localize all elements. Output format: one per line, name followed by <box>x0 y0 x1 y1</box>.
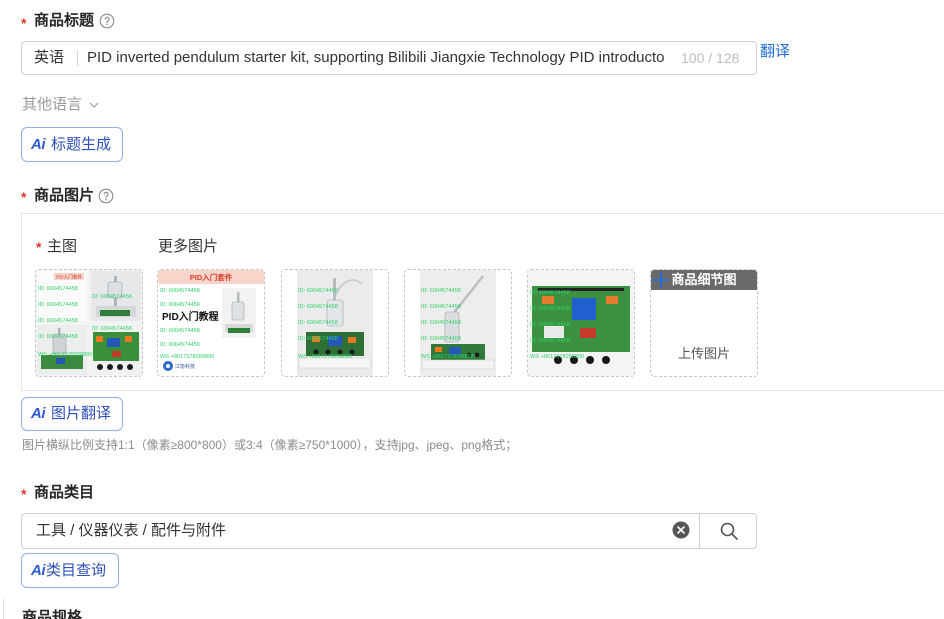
character-counter: 100 / 128 <box>681 50 740 66</box>
section-edge-line <box>3 598 4 619</box>
watermark-text: ID: 6004574458 <box>38 302 78 308</box>
other-languages-label: 其他语言 <box>22 96 83 113</box>
required-mark: * <box>21 486 27 502</box>
watermark-text: ID: 6004574458 <box>298 336 338 342</box>
images-field-label: 商品图片 <box>34 187 95 204</box>
plus-icon <box>653 272 669 288</box>
watermark-text: WS +8617378288890 <box>421 354 475 360</box>
required-mark: * <box>21 15 27 31</box>
watermark-text: ID: 6004574458 <box>38 318 78 324</box>
ai-icon: Ai <box>31 561 46 579</box>
watermark-text: ID: 6004574458 <box>530 290 570 296</box>
watermark-text: WS +8617378288890 <box>38 352 92 358</box>
close-circle-icon[interactable] <box>672 521 690 539</box>
translate-link[interactable]: 翻译 <box>760 43 790 61</box>
other-languages-toggle[interactable]: 其他语言 <box>22 96 100 114</box>
watermark-text: ID: 6004574458 <box>530 338 570 344</box>
watermark-text: ID: 6004574458 <box>160 302 200 308</box>
spec-field-label: 商品规格 <box>22 609 83 619</box>
search-icon <box>720 522 738 540</box>
watermark-text: ID: 6004574458 <box>160 342 200 348</box>
product-photo: ID: 6004574458 ID: 6004574458 ID: 600457… <box>282 270 388 376</box>
next-section-clip: 商品规格 <box>21 604 161 619</box>
watermark-text: ID: 6004574458 <box>298 320 338 326</box>
more-image-thumbnail-2[interactable]: ID: 6004574458 ID: 6004574458 ID: 600457… <box>281 269 389 377</box>
product-photo: PID入门套件 ID: 6004574458 ID: 6004574458 ID… <box>36 270 142 376</box>
ai-icon: Ai <box>31 135 46 153</box>
ai-title-generate-button[interactable]: Ai 标题生成 <box>21 127 123 162</box>
watermark-text: ID: 6004574458 <box>160 328 200 334</box>
question-circle-icon[interactable] <box>98 188 114 204</box>
image-format-hint: 图片横纵比例支持1:1（像素≥800*800）或3:4（像素≥750*1000）… <box>22 438 518 452</box>
watermark-text: ID: 6004574458 <box>298 288 338 294</box>
watermark-text: ID: 6004574458 <box>421 288 461 294</box>
product-photo: PID入门套件 PID入门教程 江协科技 ID: 6004574458 ID: … <box>158 270 264 376</box>
main-image-label: 主图 <box>47 238 78 255</box>
watermark-text: ID: 6004574458 <box>421 336 461 342</box>
category-field-label: 商品类目 <box>34 484 95 501</box>
required-mark: * <box>36 239 42 255</box>
title-input[interactable]: 英语 PID inverted pendulum starter kit, su… <box>21 41 757 75</box>
ai-title-generate-label: 标题生成 <box>51 135 112 153</box>
more-images-label: 更多图片 <box>158 238 219 255</box>
watermark-text: ID: 6004574458 <box>530 306 570 312</box>
ai-image-translate-label: 图片翻译 <box>51 405 112 422</box>
watermark-text: WS +8617378288890 <box>160 354 214 360</box>
watermark-text: ID: 6004574458 <box>38 286 78 292</box>
ai-icon: Ai <box>31 405 46 422</box>
watermark-text: ID: 6004574458 <box>92 294 132 300</box>
required-mark: * <box>21 189 27 205</box>
watermark-text: ID: 6004574458 <box>421 320 461 326</box>
watermark-text: ID: 6004574458 <box>38 334 78 340</box>
image-upload-panel: * 主图 更多图片 PID入门套件 ID: 6004574458 ID: 600… <box>21 213 944 391</box>
detail-image-upload-slot[interactable]: 商品细节图 上传图片 <box>650 269 758 377</box>
more-image-thumbnail-1[interactable]: PID入门套件 PID入门教程 江协科技 ID: 6004574458 ID: … <box>157 269 265 377</box>
title-input-value[interactable]: PID inverted pendulum starter kit, suppo… <box>87 42 679 74</box>
product-photo: ID: 6004574458 ID: 6004574458 ID: 600457… <box>528 270 634 376</box>
watermark-text: ID: 6004574458 <box>421 304 461 310</box>
language-selector[interactable]: 英语 <box>34 42 64 74</box>
watermark-text: ID: 6004574458 <box>160 288 200 294</box>
question-circle-icon[interactable] <box>99 13 115 29</box>
watermark-text: ID: 6004574458 <box>298 304 338 310</box>
watermark-text: WS +8617378288890 <box>530 354 584 360</box>
watermark-text: WS +8617378288890 <box>298 354 352 360</box>
title-field-label: 商品标题 <box>34 12 95 29</box>
tutorial-cover-graphic <box>158 270 264 376</box>
category-input[interactable]: 工具 / 仪器仪表 / 配件与附件 <box>21 513 757 549</box>
ai-image-translate-button[interactable]: Ai 图片翻译 <box>21 397 123 431</box>
upload-image-label: 上传图片 <box>677 346 730 361</box>
watermark-text: ID: 6004574458 <box>92 326 132 332</box>
watermark-text: ID: 6004574458 <box>530 322 570 328</box>
photo-kit-title: PID入门套件 <box>56 274 82 281</box>
more-image-thumbnail-4[interactable]: ID: 6004574458 ID: 6004574458 ID: 600457… <box>527 269 635 377</box>
chevron-down-icon <box>89 102 99 108</box>
photo-kit-title: PID入门套件 <box>190 272 233 282</box>
category-search-button[interactable] <box>699 514 756 548</box>
main-image-thumbnail[interactable]: PID入门套件 ID: 6004574458 ID: 6004574458 ID… <box>35 269 143 377</box>
product-photo: ID: 6004574458 ID: 6004574458 ID: 600457… <box>405 270 511 376</box>
category-input-value[interactable]: 工具 / 仪器仪表 / 配件与附件 <box>36 514 226 548</box>
prefix-divider <box>77 50 78 66</box>
ai-category-lookup-label: 类目查询 <box>46 561 107 579</box>
photo-brand-text: 江协科技 <box>175 363 195 370</box>
photo-tutorial-title: PID入门教程 <box>162 310 219 323</box>
ai-category-lookup-button[interactable]: Ai 类目查询 <box>21 553 119 588</box>
more-image-thumbnail-3[interactable]: ID: 6004574458 ID: 6004574458 ID: 600457… <box>404 269 512 377</box>
